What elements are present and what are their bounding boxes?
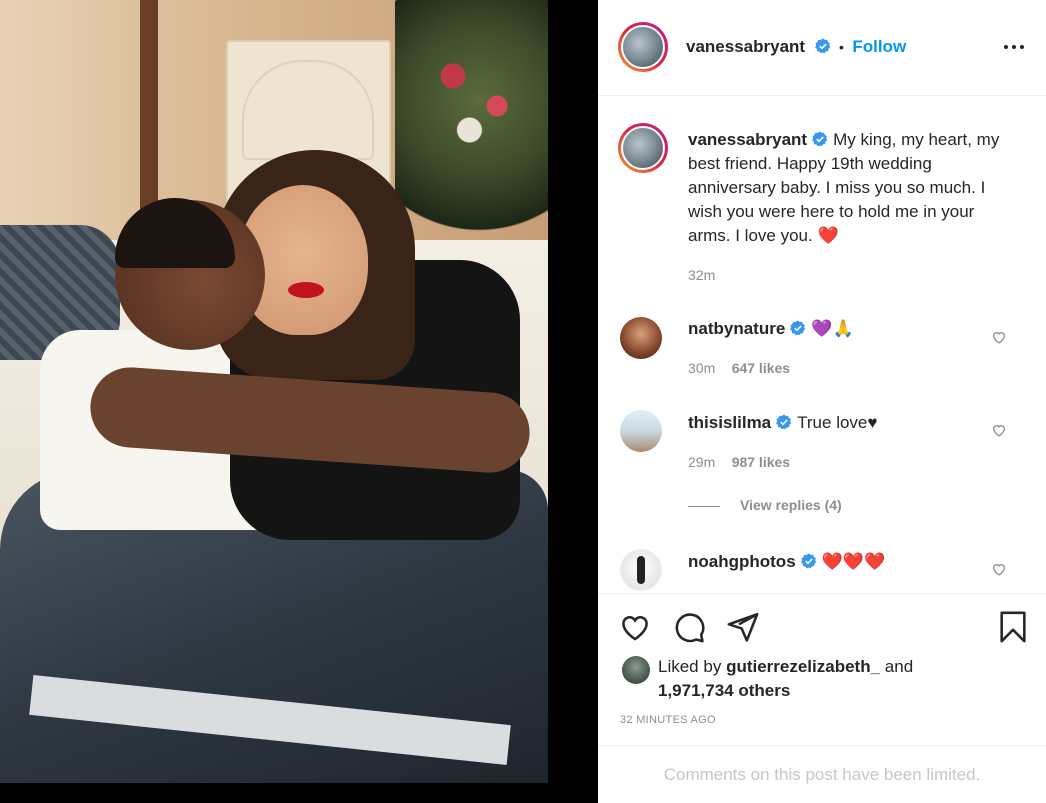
comment-item: natbynature 💜🙏 [688,319,854,339]
verified-badge-icon [812,131,828,147]
view-replies-label: View replies (4) [740,497,842,513]
comment-item: thisislilma True love♥ [688,413,877,433]
caption-avatar[interactable] [618,123,668,173]
photo-backdrop [0,0,598,803]
liked-by-prefix: Liked by [658,657,722,676]
verified-badge-icon [800,553,816,569]
comment-avatar[interactable] [620,317,662,359]
follow-button[interactable]: Follow [852,37,906,56]
more-options-icon[interactable] [1004,39,1028,55]
liked-by-avatar[interactable] [622,656,650,684]
comment-avatar[interactable] [620,410,662,452]
comment-icon[interactable] [672,610,706,644]
comment-like-heart-icon[interactable] [991,422,1007,438]
liked-by-summary: Liked by gutierrezelizabeth_ and 1,971,7… [658,655,913,703]
comment-like-heart-icon[interactable] [991,561,1007,577]
liked-by-and: and [884,657,914,676]
verified-badge-icon [814,38,830,54]
comment-item: noahgphotos ❤️❤️❤️ [688,552,885,572]
liked-by-count[interactable]: 1,971,734 others [658,681,790,700]
author-avatar[interactable] [618,22,668,72]
comment-username[interactable]: natbynature [688,319,785,338]
author-username[interactable]: vanessabryant [686,37,805,56]
heart-icon[interactable] [618,610,652,644]
bookmark-icon[interactable] [996,610,1030,644]
comment-like-heart-icon[interactable] [991,329,1007,345]
verified-badge-icon [790,320,806,336]
comments-limited-notice: Comments on this post have been limited. [598,745,1046,803]
photo-lips [288,282,324,298]
verified-badge-icon [776,414,792,430]
photo-flowers [420,40,530,160]
share-icon[interactable] [726,610,760,644]
comment-username[interactable]: thisislilma [688,413,771,432]
post-photo[interactable] [0,0,548,783]
post-timestamp[interactable]: 32 MINUTES AGO [620,714,716,726]
liked-by-user[interactable]: gutierrezelizabeth_ [726,657,880,676]
caption-time: 32m [688,267,716,283]
view-replies-button[interactable]: View replies (4) [688,497,842,513]
header-separator: • [838,39,844,55]
comment-time: 29m [688,454,716,470]
post-side-panel: vanessabryant • Follow vanessabryant My … [598,0,1046,803]
caption-username[interactable]: vanessabryant [688,130,807,149]
post-actions: Liked by gutierrezelizabeth_ and 1,971,7… [598,593,1046,745]
comment-likes[interactable]: 647 likes [732,360,790,376]
comments-list[interactable]: vanessabryant My king, my heart, my best… [598,97,1046,592]
caption: vanessabryant My king, my heart, my best… [688,128,1018,248]
comment-text: 💜🙏 [811,319,854,338]
post-header: vanessabryant • Follow [598,0,1046,96]
comment-text: ❤️❤️❤️ [821,552,886,571]
red-heart-emoji: ❤️ [817,226,839,245]
comment-time: 30m [688,360,716,376]
photo-door-frame [140,0,158,230]
comment-avatar[interactable] [620,549,662,591]
comment-text: True love♥ [797,413,878,432]
comment-likes[interactable]: 987 likes [732,454,790,470]
comment-username[interactable]: noahgphotos [688,552,796,571]
